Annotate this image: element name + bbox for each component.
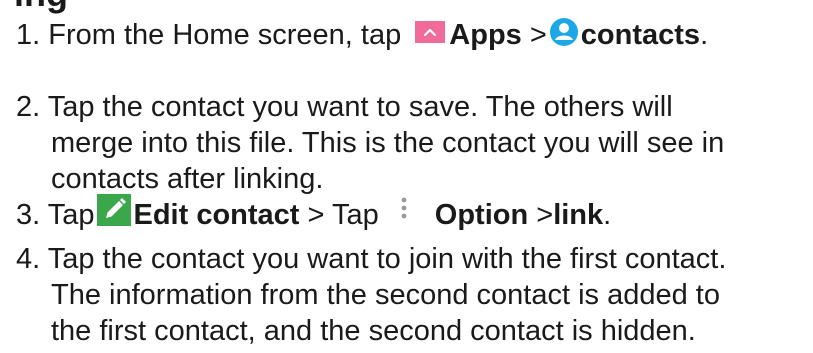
step-1-end: . bbox=[700, 19, 709, 51]
step-1-separator: > bbox=[529, 19, 547, 51]
step-2-line-3: contacts after linking. bbox=[51, 163, 324, 195]
step-3-sep-1: > Tap bbox=[307, 199, 379, 231]
step-2-line-1: Tap the contact you want to save. The ot… bbox=[47, 91, 673, 123]
contacts-label: contacts bbox=[580, 19, 701, 51]
step-4-number: 4. bbox=[16, 243, 41, 275]
more-vertical-icon bbox=[395, 194, 413, 226]
step-1: 1. From the Home screen, tap Apps > cont… bbox=[16, 17, 708, 53]
edit-contact-label: Edit contact bbox=[133, 199, 300, 231]
step-1-text: From the Home screen, tap bbox=[48, 19, 402, 51]
step-2: 2. Tap the contact you want to save. The… bbox=[16, 89, 724, 197]
step-4-line-2: The information from the second contact … bbox=[51, 279, 720, 311]
step-3-sep-2: > bbox=[536, 199, 554, 231]
step-4: 4. Tap the contact you want to join with… bbox=[16, 241, 726, 349]
contacts-person-icon bbox=[549, 17, 579, 47]
step-2-number: 2. bbox=[16, 91, 41, 123]
step-4-line-3: the first contact, and the second contac… bbox=[51, 315, 696, 347]
step-3-end: . bbox=[603, 199, 612, 231]
step-3-tap: Tap bbox=[47, 199, 95, 231]
apps-label: Apps bbox=[449, 19, 522, 51]
heading-fragment: ing bbox=[14, 0, 68, 14]
apps-chevron-up-icon bbox=[415, 21, 446, 44]
step-2-line-2: merge into this file. This is the contac… bbox=[51, 127, 725, 159]
cropped-heading: ing bbox=[0, 0, 420, 14]
step-1-number: 1. bbox=[16, 19, 41, 51]
link-label: link bbox=[553, 199, 604, 231]
pencil-edit-icon bbox=[96, 194, 131, 227]
step-3: 3. Tap Edit contact > Tap Option >link. bbox=[16, 194, 612, 233]
step-4-line-1: Tap the contact you want to join with th… bbox=[47, 243, 727, 275]
step-3-number: 3. bbox=[16, 199, 41, 231]
option-label: Option bbox=[434, 199, 529, 231]
